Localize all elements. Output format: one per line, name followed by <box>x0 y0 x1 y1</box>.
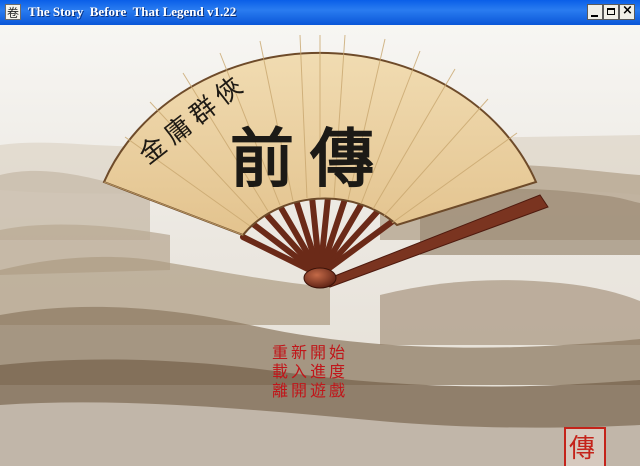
menu-item-exit-game[interactable]: 離開遊戲 <box>272 381 348 400</box>
title-bar[interactable]: 卷 The Story Before That Legend v1.22 × <box>0 0 640 26</box>
seal-stamp: 傳 <box>564 427 606 466</box>
close-button[interactable]: × <box>619 3 635 20</box>
maximize-button[interactable] <box>603 4 619 20</box>
window-title: The Story Before That Legend v1.22 <box>28 4 237 19</box>
fan-pivot <box>303 267 337 289</box>
game-window: 卷 The Story Before That Legend v1.22 × 金… <box>0 0 640 466</box>
menu-item-new-game[interactable]: 重新開始 <box>272 343 348 362</box>
maximize-icon <box>607 8 615 15</box>
app-icon-glyph: 卷 <box>7 6 20 20</box>
main-menu: 重新開始 載入進度 離開遊戲 <box>272 343 348 400</box>
title-screen: 金庸群俠 前傳 重新開始 載入進度 離開遊戲 傳 <box>0 25 640 466</box>
minimize-button[interactable] <box>587 4 603 20</box>
menu-item-load-game[interactable]: 載入進度 <box>272 362 348 381</box>
close-icon: × <box>622 3 633 18</box>
scroll-icon[interactable]: 卷 <box>5 4 21 20</box>
minimize-icon <box>591 15 598 17</box>
seal-text: 傳 <box>569 434 596 464</box>
game-main-title: 前傳 <box>230 122 390 197</box>
